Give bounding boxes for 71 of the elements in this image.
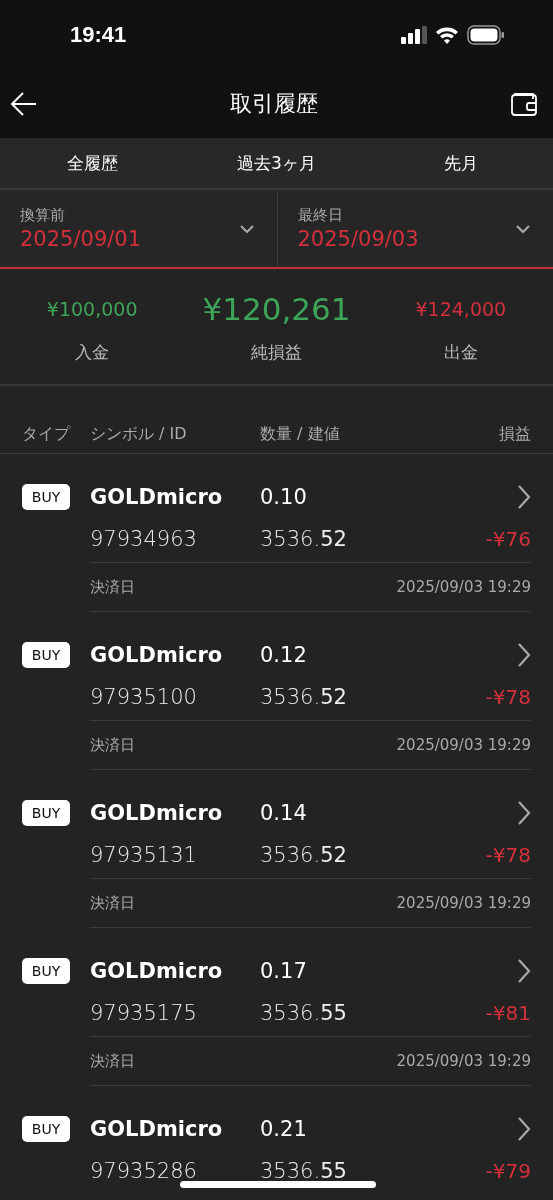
volume-text: 0.12 [260, 643, 308, 667]
column-header: タイプ [22, 424, 72, 445]
summary-amount: ¥120,261 [202, 291, 351, 327]
trade-row[interactable]: BUY GOLDmicro 0.12 97935100 3536.52 -¥78 決済日 2025/09/03 19:29 [0, 612, 553, 770]
settle-label: 決済日 [90, 1051, 135, 1071]
column-header: 数量 / 建値 [260, 424, 341, 445]
entry-price: 3536.55 [260, 1001, 348, 1025]
profit-text: -¥78 [485, 843, 531, 867]
order-id: 97935175 [90, 1001, 198, 1025]
settle-time: 2025/09/03 19:29 [396, 1052, 531, 1070]
wallet-icon[interactable] [509, 90, 539, 118]
profit-text: -¥78 [485, 685, 531, 709]
volume-text: 0.17 [260, 959, 308, 983]
period-tab[interactable]: 過去3ヶ月 [184, 138, 369, 188]
trade-type-badge: BUY [22, 958, 70, 984]
summary-label: 出金 [443, 341, 478, 364]
volume-text: 0.10 [260, 485, 308, 509]
page-title: 取引履歴 [229, 90, 318, 118]
entry-price: 3536.55 [260, 1159, 348, 1183]
signal-icon [401, 26, 427, 44]
volume-text: 0.14 [260, 801, 308, 825]
chevron-down-icon [238, 223, 255, 234]
settle-time: 2025/09/03 19:29 [396, 578, 531, 596]
profit-text: -¥79 [485, 1159, 531, 1183]
volume-text: 0.21 [260, 1117, 308, 1141]
wifi-icon [435, 26, 459, 44]
chevron-right-icon [517, 1116, 531, 1142]
profit-text: -¥76 [485, 527, 531, 551]
period-tab[interactable]: 全履歴 [0, 138, 185, 188]
summary-label: 入金 [75, 341, 110, 364]
summary-label: 純損益 [251, 341, 302, 364]
trade-row[interactable]: BUY GOLDmicro 0.17 97935175 3536.55 -¥81 決済日 2025/09/03 19:29 [0, 928, 553, 1086]
chevron-down-icon [515, 223, 531, 234]
settle-time: 2025/09/03 19:29 [396, 736, 531, 754]
symbol-text: GOLDmicro [90, 485, 224, 509]
column-header: 損益 [499, 424, 531, 445]
symbol-text: GOLDmicro [90, 801, 224, 825]
summary-amount: ¥100,000 [46, 297, 138, 322]
chevron-right-icon [517, 484, 531, 510]
status-time: 19:41 [70, 22, 127, 48]
settle-label: 決済日 [90, 735, 135, 755]
chevron-right-icon [517, 642, 531, 668]
entry-price: 3536.52 [260, 685, 348, 709]
back-button[interactable] [10, 90, 38, 118]
order-id: 97934963 [90, 527, 198, 551]
settle-label: 決済日 [90, 893, 135, 913]
trade-row[interactable]: BUY GOLDmicro 0.10 97934963 3536.52 -¥76 決済日 2025/09/03 19:29 [0, 454, 553, 612]
trade-type-badge: BUY [22, 642, 70, 668]
date-picker[interactable]: 換算前 2025/09/01 [0, 190, 277, 267]
trade-type-badge: BUY [22, 484, 70, 510]
entry-price: 3536.52 [260, 843, 348, 867]
trade-type-badge: BUY [22, 1116, 70, 1142]
symbol-text: GOLDmicro [90, 959, 224, 983]
chevron-right-icon [517, 800, 531, 826]
symbol-text: GOLDmicro [90, 643, 224, 667]
trade-type-badge: BUY [22, 800, 70, 826]
column-header: シンボル / ID [90, 424, 188, 445]
settle-time: 2025/09/03 19:29 [396, 894, 531, 912]
settle-label: 決済日 [90, 577, 135, 597]
date-picker[interactable]: 最終日 2025/09/03 [276, 190, 553, 267]
order-id: 97935131 [90, 843, 198, 867]
chevron-right-icon [517, 958, 531, 984]
order-id: 97935100 [90, 685, 198, 709]
symbol-text: GOLDmicro [90, 1117, 224, 1141]
order-id: 97935286 [90, 1159, 198, 1183]
summary-amount: ¥124,000 [415, 297, 507, 322]
period-tab[interactable]: 先月 [368, 138, 553, 188]
trade-row[interactable]: BUY GOLDmicro 0.14 97935131 3536.52 -¥78 決済日 2025/09/03 19:29 [0, 770, 553, 928]
battery-icon [467, 25, 505, 45]
profit-text: -¥81 [485, 1001, 531, 1025]
entry-price: 3536.52 [260, 527, 348, 551]
